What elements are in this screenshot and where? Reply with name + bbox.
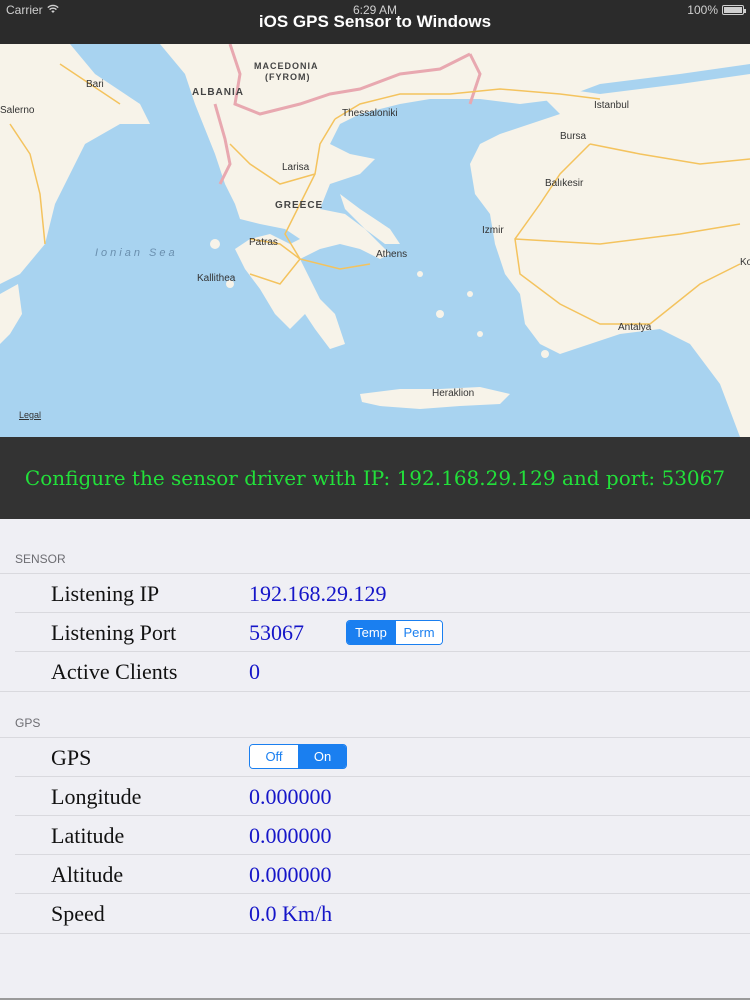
map-label-bursa: Bursa xyxy=(560,131,587,142)
row-active-clients: Active Clients 0 xyxy=(15,652,750,691)
row-listening-port: Listening Port 53067 Temp Perm xyxy=(15,613,750,652)
listening-port-value: 53067 xyxy=(249,620,304,645)
row-longitude: Longitude 0.000000 xyxy=(15,777,750,816)
map-label-ko: Ko xyxy=(740,257,750,268)
sensor-section-header: SENSOR xyxy=(15,552,66,566)
map-label-bari: Bari xyxy=(86,79,104,90)
config-banner: Configure the sensor driver with IP: 192… xyxy=(0,437,750,519)
row-latitude: Latitude 0.000000 xyxy=(15,816,750,855)
map-label-ionian-sea: Ionian Sea xyxy=(95,247,178,259)
gps-toggle-segmented[interactable]: Off On xyxy=(249,744,347,769)
speed-label: Speed xyxy=(51,901,105,926)
gps-off-option[interactable]: Off xyxy=(250,745,298,768)
map-label-larisa: Larisa xyxy=(282,162,310,173)
map-legal-link[interactable]: Legal xyxy=(19,410,41,420)
map-label-izmir: Izmir xyxy=(482,225,504,236)
map-label-fyrom: (FYROM) xyxy=(265,72,311,82)
map-label-salerno: Salerno xyxy=(0,105,35,116)
map-label-patras: Patras xyxy=(249,237,278,248)
map-label-istanbul: Istanbul xyxy=(594,100,630,111)
active-clients-label: Active Clients xyxy=(51,659,178,684)
map-label-thessaloniki: Thessaloniki xyxy=(342,108,398,119)
port-mode-segmented[interactable]: Temp Perm xyxy=(346,620,443,645)
map-label-macedonia: MACEDONIA xyxy=(254,61,319,71)
row-gps-toggle: GPS Off On xyxy=(15,738,750,777)
gps-on-option[interactable]: On xyxy=(298,745,346,768)
map-view[interactable]: Bari Salerno ALBANIA MACEDONIA (FYROM) T… xyxy=(0,44,750,437)
speed-value: 0.0 Km/h xyxy=(249,901,333,926)
port-mode-perm[interactable]: Perm xyxy=(395,621,442,644)
row-altitude: Altitude 0.000000 xyxy=(15,855,750,894)
latitude-value: 0.000000 xyxy=(249,823,332,848)
port-mode-temp[interactable]: Temp xyxy=(347,621,395,644)
row-listening-ip: Listening IP 192.168.29.129 xyxy=(15,574,750,613)
map-label-albania: ALBANIA xyxy=(192,87,244,98)
listening-ip-value: 192.168.29.129 xyxy=(249,581,387,606)
map-label-heraklion: Heraklion xyxy=(432,388,475,399)
map-label-antalya: Antalya xyxy=(618,322,652,333)
map-label-kallithea: Kallithea xyxy=(197,273,236,284)
longitude-label: Longitude xyxy=(51,784,142,809)
listening-ip-label: Listening IP xyxy=(51,581,160,606)
latitude-label: Latitude xyxy=(51,823,125,848)
altitude-value: 0.000000 xyxy=(249,862,332,887)
map-label-balikesir: Balıkesir xyxy=(545,178,584,189)
gps-section-header: GPS xyxy=(15,716,41,730)
longitude-value: 0.000000 xyxy=(249,784,332,809)
active-clients-value: 0 xyxy=(249,659,260,684)
listening-port-label: Listening Port xyxy=(51,620,177,645)
gps-group: GPS Off On Longitude 0.000000 Latitude 0… xyxy=(0,737,750,934)
sensor-group: Listening IP 192.168.29.129 Listening Po… xyxy=(0,573,750,692)
map-graphic xyxy=(0,44,750,437)
config-banner-text: Configure the sensor driver with IP: 192… xyxy=(24,466,726,490)
gps-label: GPS xyxy=(51,745,92,770)
map-label-athens: Athens xyxy=(376,249,408,260)
altitude-label: Altitude xyxy=(51,862,124,887)
nav-title: iOS GPS Sensor to Windows xyxy=(258,12,492,31)
row-speed: Speed 0.0 Km/h xyxy=(15,894,750,933)
map-label-greece: GREECE xyxy=(275,200,324,211)
top-bar: Carrier 6:29 AM 100% iOS GPS Sensor to W… xyxy=(0,0,750,44)
